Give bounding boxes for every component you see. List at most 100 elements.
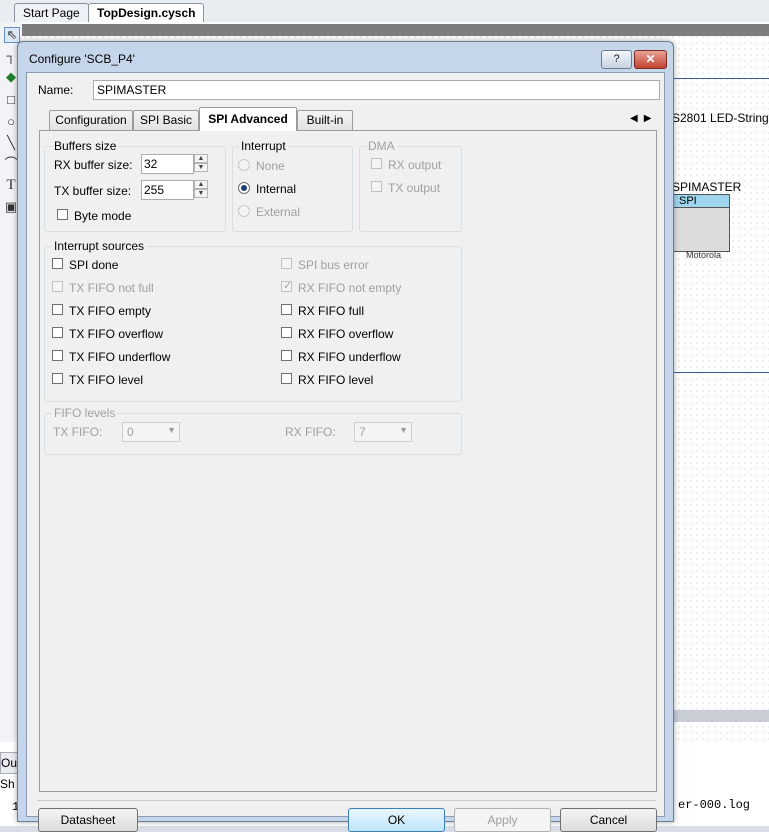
spi-done-label: SPI done [69,258,119,272]
tx-fifo-label: TX FIFO: [53,425,103,439]
tab-spi-advanced[interactable]: SPI Advanced [199,107,297,131]
name-field[interactable]: SPIMASTER [93,80,660,100]
chevron-down-icon: ▼ [399,425,408,435]
tx-fifo-overflow-checkbox[interactable] [52,327,63,338]
rx-fifo-select[interactable]: 7 ▼ [354,422,412,442]
spi-done-checkbox[interactable] [52,258,63,269]
byte-mode-label: Byte mode [74,209,132,223]
horizontal-scrollbar[interactable] [672,710,769,722]
tab-scroll-left-icon[interactable]: ◀ [630,113,644,124]
diamond-icon[interactable]: ◆ [4,70,18,84]
rx-fifo-underflow-label: RX FIFO underflow [298,350,401,364]
interrupt-internal-radio[interactable] [238,182,250,194]
checkmark-icon: ✓ [283,280,293,292]
tx-fifo-level-label: TX FIFO level [69,373,144,387]
line-icon[interactable]: ╲ [4,136,18,150]
buffers-size-title: Buffers size [52,139,119,153]
rx-buffer-label: RX buffer size: [54,158,133,172]
tab-built-in[interactable]: Built-in [297,110,353,130]
datasheet-button[interactable]: Datasheet [38,808,138,832]
tx-fifo-underflow-label: TX FIFO underflow [69,350,171,364]
interrupt-external-radio[interactable] [238,205,250,217]
ok-button[interactable]: OK [348,808,445,832]
rx-fifo-not-empty-checkbox[interactable]: ✓ [281,280,293,292]
rx-fifo-overflow-label: RX FIFO overflow [298,327,394,341]
wire-icon[interactable]: ┐ [4,49,18,63]
component-header: SPI [673,195,729,208]
interrupt-none-radio[interactable] [238,159,250,171]
rectangle-icon[interactable]: □ [4,93,18,107]
tx-fifo-empty-label: TX FIFO empty [69,304,152,318]
tx-fifo-overflow-label: TX FIFO overflow [69,327,164,341]
tab-scroll-arrows[interactable]: ◀▶ [630,113,657,124]
dma-rx-output-label: RX output [388,158,442,172]
canvas-border [22,24,769,36]
rx-fifo-label: RX FIFO: [285,425,336,439]
component-body: SPI [672,194,730,252]
component-footer: Motorola [686,250,722,260]
rx-buffer-up-icon[interactable]: ▲ [194,154,208,163]
dma-tx-output-checkbox[interactable] [371,181,382,192]
rx-fifo-level-label: RX FIFO level [298,373,374,387]
spi-component[interactable]: SPIMASTER SPI Motorola [672,180,741,260]
schematic-wire [672,78,769,79]
apply-button[interactable]: Apply [454,808,551,832]
tab-configuration[interactable]: Configuration [49,110,133,130]
schematic-label: S2801 LED-String [672,111,769,125]
tx-fifo-select[interactable]: 0 ▼ [122,422,180,442]
rx-fifo-value: 7 [359,425,366,439]
tx-fifo-value: 0 [127,425,134,439]
component-name: SPIMASTER [672,180,742,194]
dma-rx-output-checkbox[interactable] [371,158,382,169]
chevron-down-icon: ▼ [167,425,176,435]
rx-fifo-level-checkbox[interactable] [281,373,292,384]
document-tab-bar: Start Page TopDesign.cysch [0,0,769,23]
rx-buffer-down-icon[interactable]: ▼ [194,163,208,172]
schematic-wire [672,372,769,373]
tx-fifo-not-full-checkbox[interactable] [52,281,63,292]
close-button[interactable]: ✕ [634,50,667,69]
tab-start-page[interactable]: Start Page [14,3,89,22]
tx-fifo-not-full-label: TX FIFO not full [69,281,154,295]
image-icon[interactable]: ▣ [4,200,18,214]
name-label: Name: [38,83,74,97]
dialog-title: Configure 'SCB_P4' [29,52,135,66]
spi-bus-error-label: SPI bus error [298,258,369,272]
interrupt-external-label: External [256,205,301,219]
tx-fifo-underflow-checkbox[interactable] [52,350,63,361]
byte-mode-checkbox[interactable] [57,209,68,220]
dma-tx-output-label: TX output [388,181,441,195]
rx-fifo-underflow-checkbox[interactable] [281,350,292,361]
rx-buffer-input[interactable]: 32 [141,154,194,174]
tx-buffer-input[interactable]: 255 [141,180,194,200]
fifo-levels-title: FIFO levels [52,406,118,420]
tx-fifo-level-checkbox[interactable] [52,373,63,384]
rx-fifo-overflow-checkbox[interactable] [281,327,292,338]
rx-fifo-full-checkbox[interactable] [281,304,292,315]
spi-bus-error-checkbox[interactable] [281,258,292,269]
footer-divider [37,800,656,801]
pointer-icon[interactable]: ⇖ [4,27,20,43]
rx-fifo-full-label: RX FIFO full [298,304,365,318]
ellipse-icon[interactable]: ○ [4,115,18,129]
cancel-button[interactable]: Cancel [560,808,657,832]
spi-advanced-page: Buffers size RX buffer size: 32 ▲ ▼ TX b… [39,130,657,792]
interrupt-none-label: None [256,159,285,173]
interrupt-internal-label: Internal [256,182,297,196]
text-icon[interactable]: T [4,178,18,193]
tx-buffer-down-icon[interactable]: ▼ [194,189,208,198]
tx-buffer-up-icon[interactable]: ▲ [194,180,208,189]
arc-icon[interactable]: ⌒ [4,157,18,171]
help-button[interactable]: ? [601,50,632,69]
tx-fifo-empty-checkbox[interactable] [52,304,63,315]
interrupt-title: Interrupt [239,139,288,153]
dialog-client: Name: SPIMASTER Configuration SPI Basic … [26,72,665,832]
configure-dialog: Configure 'SCB_P4' ? ✕ Name: SPIMASTER C… [17,41,674,832]
dma-title: DMA [366,139,397,153]
tx-buffer-label: TX buffer size: [54,184,132,198]
tab-scroll-right-icon[interactable]: ▶ [644,113,658,124]
tab-spi-basic[interactable]: SPI Basic [133,110,199,130]
tab-topdesign[interactable]: TopDesign.cysch [88,3,205,22]
interrupt-sources-title: Interrupt sources [52,239,147,253]
log-filename: er-000.log [678,798,751,812]
